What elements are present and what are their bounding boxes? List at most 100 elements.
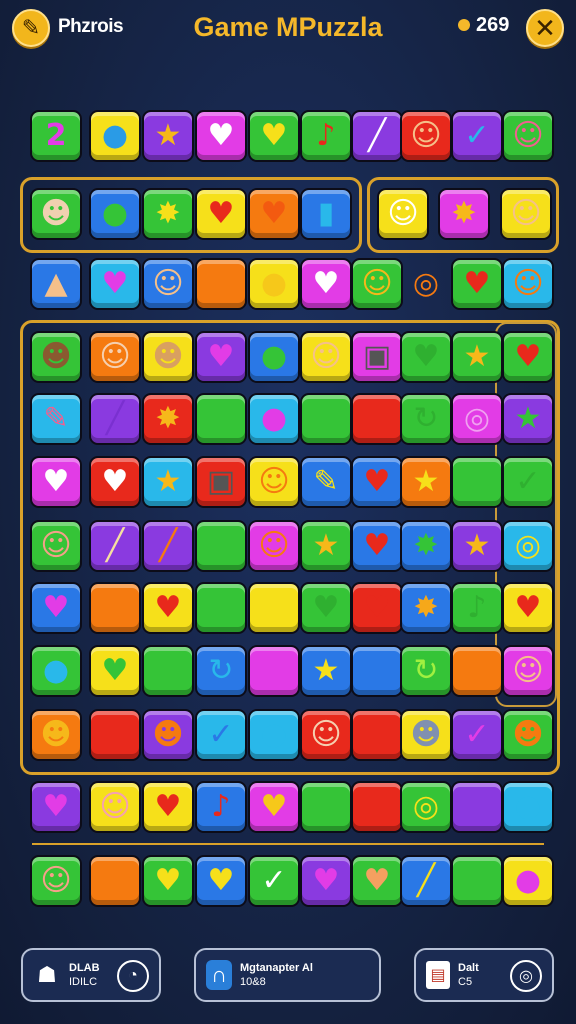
check-tile[interactable]: ✓ [451,110,503,162]
check-tile[interactable]: ✓ [195,709,247,761]
heart-tile[interactable]: ♥ [195,855,247,907]
cat-face-tile[interactable]: ☻ [502,709,554,761]
star-tile[interactable]: ★ [300,645,352,697]
cat-face-tile[interactable]: ☺ [502,258,554,310]
bottom-button-middle[interactable]: ∩ Mgtanapter Al 10&8 [194,948,381,1002]
heart-tile[interactable]: ♥ [142,855,194,907]
face-tile[interactable]: ☺ [500,188,552,240]
balloon-tile[interactable]: ● [248,258,300,310]
blank-tile[interactable] [248,582,300,634]
balloon-tile[interactable]: ● [502,781,554,833]
phone-tile[interactable]: ▣ [195,456,247,508]
star-tile[interactable]: ★ [451,331,503,383]
note-tile[interactable]: ♪ [195,781,247,833]
blank-tile[interactable] [351,393,403,445]
hat-tile[interactable]: ▲ [30,258,82,310]
heart-tile[interactable]: ♥ [400,331,452,383]
heart-tile[interactable]: ♥ [351,520,403,572]
cat-face-tile[interactable]: ☺ [377,188,429,240]
heart-tile[interactable]: ♥ [195,110,247,162]
burst-tile[interactable]: ✸ [400,520,452,572]
rocket-tile[interactable]: ✎ [300,456,352,508]
heart-tile[interactable]: ♥ [248,781,300,833]
balloon-tile[interactable]: ● [248,331,300,383]
blank-tile[interactable] [195,258,247,310]
balloon-tile[interactable]: ● [89,188,141,240]
note-tile[interactable]: ♪ [300,110,352,162]
blank-tile[interactable] [195,520,247,572]
brush-icon[interactable]: ✎ [12,9,50,47]
blank-tile[interactable] [89,582,141,634]
blank-tile[interactable] [142,645,194,697]
burst-tile[interactable]: ✸ [438,188,490,240]
ring-tile[interactable]: ◎ [400,258,452,310]
heart-tile[interactable]: ♥ [30,456,82,508]
face-tile[interactable]: ☺ [142,258,194,310]
burst-tile[interactable]: ✸ [400,582,452,634]
star-tile[interactable]: ★ [502,393,554,445]
heart-tile[interactable]: ♥ [30,781,82,833]
star-tile[interactable]: ★ [142,110,194,162]
stick-tile[interactable]: ╱ [89,520,141,572]
check-tile[interactable]: ✓ [502,456,554,508]
stick-tile[interactable]: ╱ [400,855,452,907]
balloon-tile[interactable]: ● [248,709,300,761]
burst-tile[interactable]: ✸ [142,188,194,240]
star-tile[interactable]: ★ [300,520,352,572]
star-tile[interactable]: ★ [400,456,452,508]
heart-tile[interactable]: ♥ [351,456,403,508]
blank-tile[interactable] [248,645,300,697]
heart-tile[interactable]: ♥ [451,258,503,310]
face-tile[interactable]: ☺ [30,855,82,907]
stick-tile[interactable]: ╱ [351,110,403,162]
star-tile[interactable]: ★ [142,456,194,508]
target-icon[interactable]: ◎ [510,960,542,992]
heart-tile[interactable]: ♥ [351,855,403,907]
bottom-button-right[interactable]: ▤ Dalt C5 ◎ [414,948,554,1002]
face-tile[interactable]: ☺ [30,520,82,572]
stick-tile[interactable]: ╱ [142,520,194,572]
heart-tile[interactable]: ♥ [248,110,300,162]
face-tile[interactable]: ☺ [89,781,141,833]
balloon-tile[interactable]: ● [248,393,300,445]
balloon-tile[interactable]: ● [502,855,554,907]
burst-tile[interactable]: ✸ [142,393,194,445]
face-tile[interactable]: ☺ [300,709,352,761]
bottom-button-left[interactable]: ☗ DLAB IDILC ◔ [21,948,161,1002]
face-tile[interactable]: ☻ [142,331,194,383]
pencil-tile[interactable]: ✎ [30,393,82,445]
cat-face-tile[interactable]: ☺ [400,110,452,162]
ring-tile[interactable]: ◎ [400,781,452,833]
check-tile[interactable]: ✓ [451,709,503,761]
face-tile[interactable]: ☻ [30,331,82,383]
heart-tile[interactable]: ♥ [30,582,82,634]
face-tile[interactable]: ☺ [248,456,300,508]
blank-tile[interactable] [195,393,247,445]
heart-tile[interactable]: ♥ [300,582,352,634]
note-tile[interactable]: ♪ [451,582,503,634]
face-tile[interactable]: ☺ [300,331,352,383]
blank-tile[interactable] [451,855,503,907]
heart-tile[interactable]: ♥ [300,855,352,907]
heart-tile[interactable]: ♥ [195,331,247,383]
star-tile[interactable]: ★ [451,520,503,572]
blue-balloon-tile[interactable]: ● [89,110,141,162]
blank-tile[interactable] [451,781,503,833]
blank-tile[interactable] [300,781,352,833]
blank-tile[interactable] [89,855,141,907]
check-tile[interactable]: ✓ [248,855,300,907]
heart-tile[interactable]: ♥ [89,645,141,697]
bird-tile[interactable]: ☺ [248,520,300,572]
heart-tile[interactable]: ♥ [300,258,352,310]
heart-tile[interactable]: ♥ [142,781,194,833]
blank-tile[interactable] [451,456,503,508]
stick-tile[interactable]: ╱ [89,393,141,445]
swirl-tile[interactable]: ↻ [400,645,452,697]
face-tile[interactable]: ☻ [30,709,82,761]
blank-tile[interactable] [195,582,247,634]
blank-tile[interactable] [89,709,141,761]
blank-tile[interactable] [351,781,403,833]
number-2-tile[interactable]: 2 [30,110,82,162]
face-tile[interactable]: ☺ [502,645,554,697]
face-tile[interactable]: ☺ [502,110,554,162]
